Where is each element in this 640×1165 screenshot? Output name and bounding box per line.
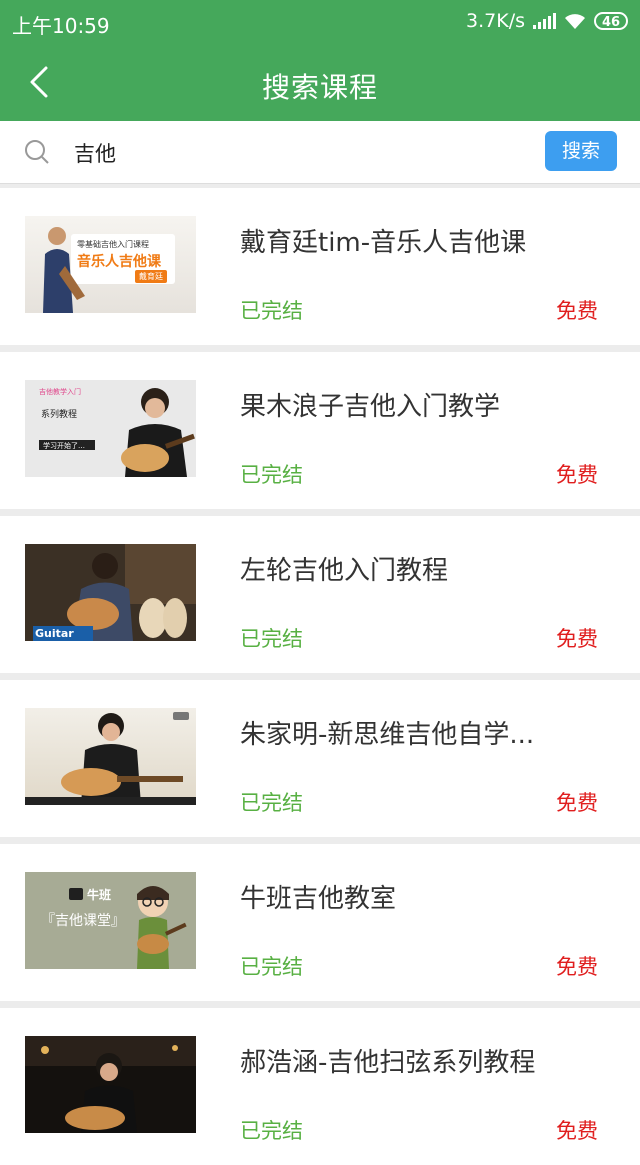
wifi-icon	[564, 12, 586, 30]
course-item[interactable]: Guitar 左轮吉他入门教程 已完结 免费	[0, 516, 640, 673]
status-indicators: 3.7K/s 46	[466, 10, 628, 32]
course-price: 免费	[556, 627, 598, 651]
title-bar: 搜索课程	[0, 44, 640, 121]
course-status: 已完结	[240, 1119, 303, 1143]
course-thumbnail: Guitar	[25, 544, 196, 641]
search-icon	[25, 140, 49, 164]
signal-icon	[533, 13, 556, 29]
thumb-line2: 系列教程	[41, 410, 78, 420]
thumb-line1: Guitar	[35, 627, 74, 640]
course-name: 朱家明-新思维吉他自学...	[240, 720, 535, 750]
course-price: 免费	[556, 299, 598, 323]
search-input[interactable]	[72, 135, 516, 171]
course-thumbnail-art	[25, 712, 196, 805]
course-item[interactable]: 牛班 『吉他课堂』 牛班吉他教室 已完结 免费	[0, 844, 640, 1001]
course-item[interactable]: 零基础吉他入门课程 音乐人吉他课 戴育廷 戴育廷tim-音乐人吉他课 已完结 免…	[0, 188, 640, 345]
course-name: 戴育廷tim-音乐人吉他课	[240, 228, 527, 258]
thumb-line1: 零基础吉他入门课程	[77, 240, 149, 249]
course-name: 牛班吉他教室	[240, 884, 397, 914]
course-price: 免费	[556, 955, 598, 979]
status-bar: 上午10:59 3.7K/s 46	[0, 0, 640, 44]
course-status: 已完结	[240, 299, 303, 323]
battery-icon: 46	[594, 12, 628, 30]
thumb-tag: 戴育廷	[135, 270, 167, 283]
course-name: 果木浪子吉他入门教学	[240, 392, 501, 422]
course-thumbnail-art	[25, 1036, 196, 1133]
thumb-line1: 牛班	[87, 888, 112, 902]
course-status: 已完结	[240, 955, 303, 979]
course-item[interactable]: 吉他教学入门 系列教程 学习开始了… 果木浪子吉他入门教学 已完结 免费	[0, 352, 640, 509]
search-button[interactable]: 搜索	[545, 131, 617, 171]
course-thumbnail	[25, 708, 196, 805]
thumb-line2: 『吉他课堂』	[41, 913, 125, 929]
course-status: 已完结	[240, 627, 303, 651]
course-status: 已完结	[240, 463, 303, 487]
course-thumbnail: 吉他教学入门 系列教程 学习开始了…	[25, 380, 196, 477]
net-speed: 3.7K/s	[466, 10, 525, 32]
thumb-line2: 音乐人吉他课	[77, 254, 161, 270]
course-name: 郝浩涵-吉他扫弦系列教程	[240, 1048, 536, 1078]
course-price: 免费	[556, 1119, 598, 1143]
course-item[interactable]: 郝浩涵-吉他扫弦系列教程 已完结 免费	[0, 1008, 640, 1165]
status-time: 上午10:59	[12, 14, 110, 38]
course-item[interactable]: 朱家明-新思维吉他自学... 已完结 免费	[0, 680, 640, 837]
course-price: 免费	[556, 791, 598, 815]
course-name: 左轮吉他入门教程	[240, 556, 449, 586]
course-thumbnail: 牛班 『吉他课堂』	[25, 872, 196, 969]
course-price: 免费	[556, 463, 598, 487]
thumb-line1: 吉他教学入门	[39, 388, 81, 396]
search-bar	[0, 121, 640, 184]
course-thumbnail	[25, 1036, 196, 1133]
page-title: 搜索课程	[261, 71, 378, 104]
thumb-line3: 学习开始了…	[43, 442, 85, 450]
course-thumbnail: 零基础吉他入门课程 音乐人吉他课 戴育廷	[25, 216, 196, 313]
course-status: 已完结	[240, 791, 303, 815]
